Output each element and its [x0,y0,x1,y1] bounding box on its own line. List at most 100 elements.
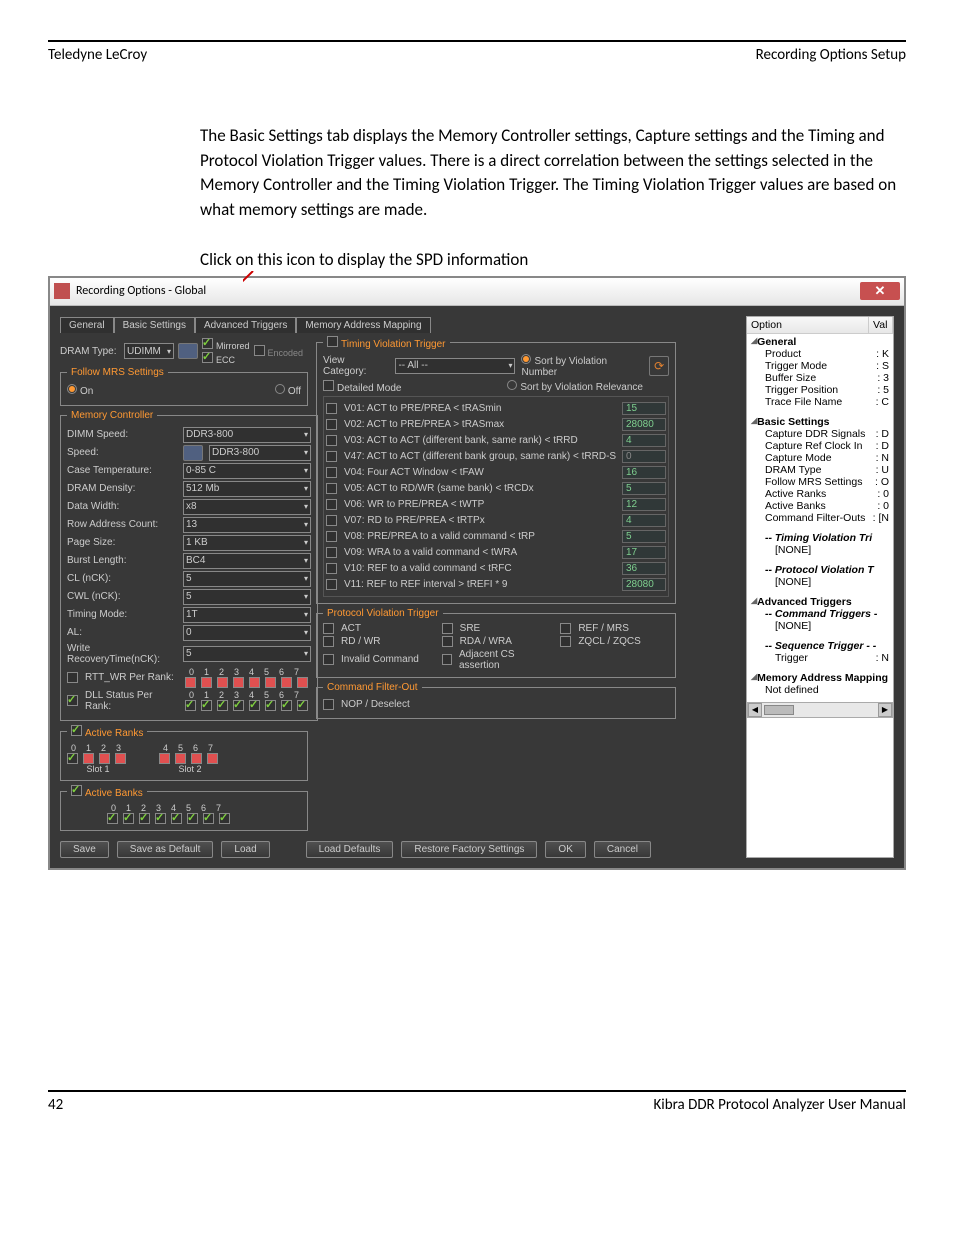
detailed-label: Detailed Mode [337,383,401,394]
mirrored-checkbox[interactable] [202,338,213,349]
mem-field-label-10: Timing Mode: [67,609,179,620]
mem-field-select-2[interactable]: 0-85 C [183,463,311,479]
viol-value-9: 17 [622,546,666,559]
mirrored-label: Mirrored [216,341,250,351]
tree-mam[interactable]: Memory Address Mapping [757,672,889,684]
header-left: Teledyne LeCroy [48,46,147,64]
viol-checkbox-4[interactable] [326,467,337,478]
viol-checkbox-11[interactable] [326,579,337,590]
proto-checkbox-6[interactable] [323,654,334,665]
mem-field-select-11[interactable]: 0 [183,625,311,641]
tree-general[interactable]: General [757,336,889,348]
encoded-label: Encoded [268,348,304,358]
viol-checkbox-8[interactable] [326,531,337,542]
nop-checkbox[interactable] [323,699,334,710]
rtt-checkbox[interactable] [67,672,78,683]
mem-field-select-6[interactable]: 1 KB [183,535,311,551]
proto-label-1: SRE [460,623,481,634]
save-default-button[interactable]: Save as Default [117,841,214,858]
sort-rel-label: Sort by Violation Relevance [520,382,643,393]
viol-checkbox-9[interactable] [326,547,337,558]
spd-icon[interactable] [178,343,198,359]
cancel-button[interactable]: Cancel [594,841,651,858]
tab-advanced-triggers[interactable]: Advanced Triggers [195,317,296,333]
footer-right: Kibra DDR Protocol Analyzer User Manual [653,1096,906,1114]
encoded-checkbox[interactable] [254,345,265,356]
view-category-select[interactable]: -- All -- [395,358,515,374]
viol-checkbox-6[interactable] [326,499,337,510]
load-defaults-button[interactable]: Load Defaults [306,841,394,858]
detailed-checkbox[interactable] [323,380,334,391]
app-icon [54,283,70,299]
dram-type-select[interactable]: UDIMM [124,343,174,359]
mem-field-select-9[interactable]: 5 [183,589,311,605]
proto-checkbox-3[interactable] [323,636,334,647]
viol-name-8: V08: PRE/PREA to a valid command < tRP [344,531,618,542]
mrs-on-radio[interactable] [67,384,77,394]
sort-rel-radio[interactable] [507,380,517,390]
mem-field-select-4[interactable]: x8 [183,499,311,515]
mem-field-select-12[interactable]: 5 [183,646,311,662]
tab-basic-settings[interactable]: Basic Settings [114,317,195,333]
viol-checkbox-0[interactable] [326,403,337,414]
mem-field-select-7[interactable]: BC4 [183,553,311,569]
mem-field-select-3[interactable]: 512 Mb [183,481,311,497]
restore-button[interactable]: Restore Factory Settings [401,841,537,858]
mem-field-label-9: CWL (nCK): [67,591,179,602]
mem-field-label-8: CL (nCK): [67,573,179,584]
page-number: 42 [48,1096,63,1114]
viol-name-11: V11: REF to REF interval > tREFI * 9 [344,579,618,590]
spd-icon-2[interactable] [183,445,203,461]
refresh-icon[interactable]: ⟳ [649,356,669,376]
viol-checkbox-5[interactable] [326,483,337,494]
tvt-legend: Timing Violation Trigger [341,339,446,350]
proto-checkbox-0[interactable] [323,623,334,634]
proto-checkbox-7[interactable] [442,654,452,665]
active-ranks-legend: Active Ranks [85,728,143,739]
view-category-label: View Category: [323,355,389,377]
mem-field-select-10[interactable]: 1T [183,607,311,623]
dll-checkbox[interactable] [67,695,78,706]
tab-memory-address-mapping[interactable]: Memory Address Mapping [296,317,430,333]
viol-value-10: 36 [622,562,666,575]
viol-checkbox-10[interactable] [326,563,337,574]
rtt-label: RTT_WR Per Rank: [85,672,181,683]
proto-checkbox-2[interactable] [560,623,571,634]
viol-value-1: 28080 [622,418,666,431]
viol-checkbox-1[interactable] [326,419,337,430]
tvt-checkbox[interactable] [327,336,338,347]
mem-field-label-6: Page Size: [67,537,179,548]
mem-field-select-0[interactable]: DDR3-800 [183,427,311,443]
proto-label-6: Invalid Command [341,654,419,665]
load-button[interactable]: Load [221,841,269,858]
tree-hscroll[interactable]: ◀▶ [747,702,893,718]
viol-checkbox-7[interactable] [326,515,337,526]
ecc-checkbox[interactable] [202,352,213,363]
mem-field-select-5[interactable]: 13 [183,517,311,533]
mem-field-label-11: AL: [67,627,179,638]
active-banks-checkbox[interactable] [71,785,82,796]
active-ranks-checkbox[interactable] [71,725,82,736]
proto-checkbox-4[interactable] [442,636,453,647]
viol-checkbox-3[interactable] [326,451,337,462]
active-banks-legend: Active Banks [85,788,143,799]
proto-label-0: ACT [341,623,361,634]
mem-field-select-8[interactable]: 5 [183,571,311,587]
ok-button[interactable]: OK [545,841,585,858]
viol-name-2: V03: ACT to ACT (different bank, same ra… [344,435,618,446]
close-button[interactable]: ✕ [860,282,900,300]
proto-label-7: Adjacent CS assertion [459,649,550,671]
mem-field-select-1[interactable]: DDR3-800 [209,445,311,461]
viol-value-5: 5 [622,482,666,495]
viol-value-2: 4 [622,434,666,447]
viol-checkbox-2[interactable] [326,435,337,446]
proto-checkbox-1[interactable] [442,623,453,634]
save-button[interactable]: Save [60,841,109,858]
mrs-off-radio[interactable] [275,384,285,394]
sort-num-radio[interactable] [521,354,531,364]
window-title: Recording Options - Global [76,284,206,298]
tab-general[interactable]: General [60,317,114,333]
tree-basic[interactable]: Basic Settings [757,416,889,428]
tree-adv[interactable]: Advanced Triggers [757,596,889,608]
proto-checkbox-5[interactable] [560,636,571,647]
